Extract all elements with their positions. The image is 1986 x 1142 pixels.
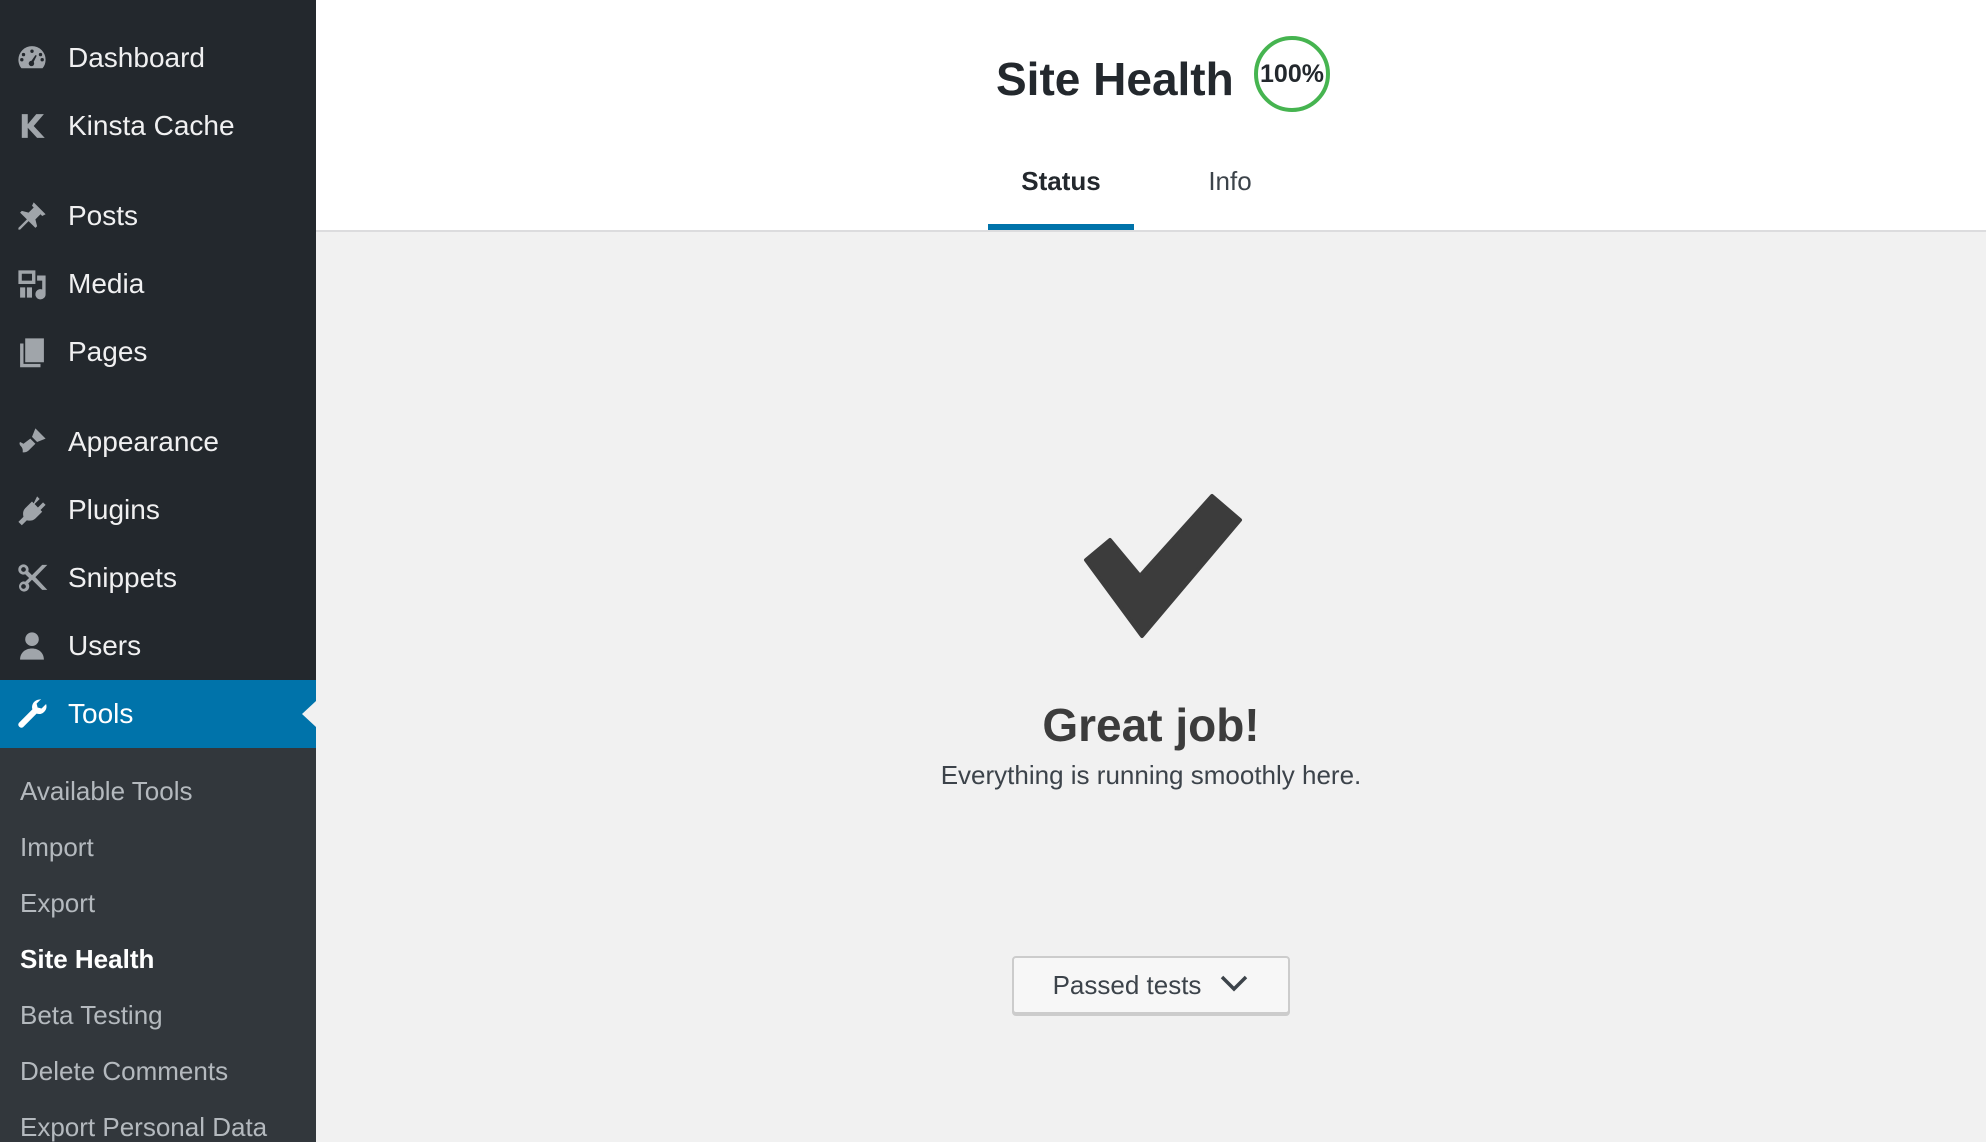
sidebar-item-dashboard[interactable]: Dashboard (0, 24, 316, 92)
sidebar-item-label: Dashboard (68, 42, 205, 73)
submenu-item-export[interactable]: Export (20, 888, 95, 919)
submenu-item-available-tools[interactable]: Available Tools (20, 776, 193, 807)
submenu-item-delete-comments[interactable]: Delete Comments (20, 1056, 228, 1087)
admin-sidebar: Dashboard Kinsta Cache Posts Media Pages… (0, 0, 316, 1142)
sidebar-item-label: Posts (68, 200, 139, 231)
sidebar-item-appearance[interactable]: Appearance (0, 408, 316, 476)
sidebar-item-label: Media (68, 268, 145, 299)
passed-tests-label: Passed tests (1052, 969, 1202, 1000)
sidebar-item-pages[interactable]: Pages (0, 318, 316, 386)
wrench-icon (14, 696, 50, 732)
sidebar-item-label: Users (68, 630, 142, 661)
submenu-item-export-personal-data[interactable]: Export Personal Data (20, 1112, 267, 1142)
site-health-status-panel: Great job! Everything is running smoothl… (316, 234, 1986, 1142)
sidebar-item-label: Pages (68, 336, 148, 367)
active-tab-underline (988, 224, 1134, 230)
sidebar-item-label: Snippets (68, 562, 177, 593)
tab-status[interactable]: Status (988, 166, 1134, 197)
tools-submenu: Available Tools Import Export Site Healt… (0, 748, 316, 1142)
media-icon (14, 266, 50, 302)
dashboard-icon (14, 40, 50, 76)
sidebar-item-tools[interactable]: Tools (0, 680, 316, 748)
page-title: Site Health (996, 53, 1234, 105)
pages-icon (14, 334, 50, 370)
sidebar-item-label: Plugins (68, 494, 160, 525)
success-message: Everything is running smoothly here. (940, 760, 1362, 790)
success-heading: Great job! (1042, 699, 1260, 751)
sidebar-item-snippets[interactable]: Snippets (0, 544, 316, 612)
tab-info[interactable]: Info (1180, 166, 1280, 197)
sidebar-item-label: Kinsta Cache (68, 110, 235, 141)
brush-icon (14, 424, 50, 460)
user-icon (14, 628, 50, 664)
kinsta-icon (14, 108, 50, 144)
sidebar-item-plugins[interactable]: Plugins (0, 476, 316, 544)
passed-tests-button[interactable]: Passed tests (1012, 956, 1290, 1014)
submenu-item-site-health[interactable]: Site Health (20, 944, 154, 975)
site-health-header: Site Health 100% Status Info (316, 0, 1986, 232)
sidebar-item-posts[interactable]: Posts (0, 182, 316, 250)
sidebar-item-media[interactable]: Media (0, 250, 316, 318)
sidebar-item-users[interactable]: Users (0, 612, 316, 680)
submenu-item-import[interactable]: Import (20, 832, 94, 863)
scissors-icon (14, 560, 50, 596)
health-score-badge: 100% (1254, 36, 1330, 112)
submenu-item-beta-testing[interactable]: Beta Testing (20, 1000, 163, 1031)
sidebar-item-label: Appearance (68, 426, 220, 457)
plugin-icon (14, 492, 50, 528)
sidebar-item-kinsta-cache[interactable]: Kinsta Cache (0, 92, 316, 160)
sidebar-item-label: Tools (68, 698, 134, 729)
active-indicator-arrow (302, 701, 316, 727)
checkmark-icon (1082, 492, 1246, 640)
chevron-down-icon (1219, 973, 1249, 998)
pin-icon (14, 198, 50, 234)
